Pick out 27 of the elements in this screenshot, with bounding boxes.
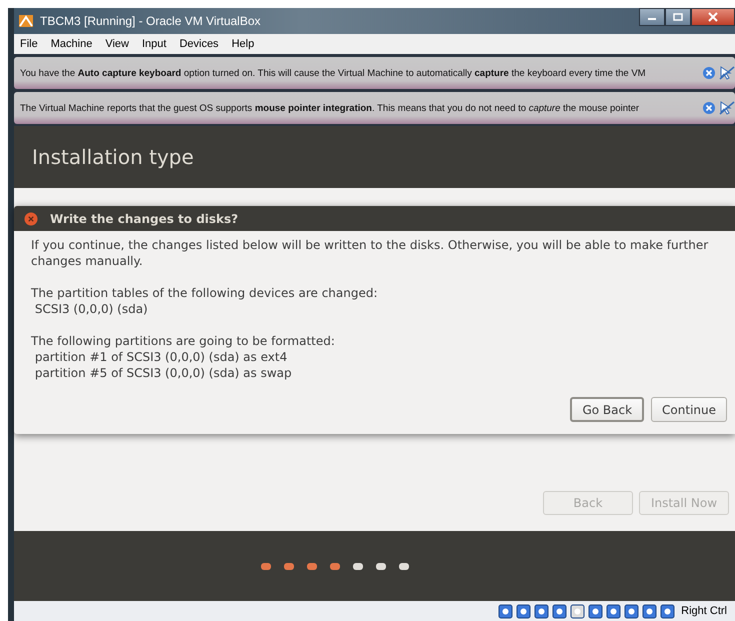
mouse-pointer-icon[interactable]: [719, 66, 735, 80]
close-icon[interactable]: [702, 101, 716, 115]
dialog-title: Write the changes to disks?: [50, 212, 238, 226]
menu-item[interactable]: Machine: [50, 38, 92, 50]
dialog-text: If you continue, the changes listed below will be written to the disks. Otherwise, you will be able to make further changes manually.: [31, 237, 710, 269]
notification-text: The Virtual Machine reports that the guest OS supports mouse pointer integration. This means that you do not need to capture the mouse pointer: [20, 102, 640, 114]
close-icon: [708, 12, 718, 22]
minimize-button[interactable]: [639, 8, 665, 26]
page-heading: Installation type: [32, 145, 194, 169]
menu-item[interactable]: View: [105, 38, 129, 50]
close-icon[interactable]: [702, 66, 716, 80]
menu-item[interactable]: Input: [142, 38, 166, 50]
dialog-text: The partition tables of the following devices are changed: SCSI3 (0,0,0) (sda): [31, 285, 379, 317]
window-title: TBCM3 [Running] - Oracle VM VirtualBox: [40, 14, 261, 28]
maximize-icon: [673, 13, 683, 21]
menu-item[interactable]: Help: [232, 38, 254, 50]
close-icon[interactable]: [24, 212, 38, 226]
menu-item[interactable]: Devices: [179, 38, 219, 50]
host-key-label: Right Ctrl: [681, 605, 727, 617]
dialog-text: The following partitions are going to be formatted: partition #1 of SCSI3 (0,0,0) (sda) as ext4 partition #5 of SCSI3 (0,0,0) (sda) as swap: [31, 333, 336, 381]
menu-item[interactable]: File: [20, 38, 38, 50]
dialog-button[interactable]: Continue: [651, 397, 727, 422]
mouse-pointer-icon[interactable]: [719, 101, 735, 115]
dialog-button[interactable]: Go Back: [570, 397, 644, 422]
notification-text: You have the Auto capture keyboard option turned on. This will cause the Virtual Machine to automatically capture the keyboard every time the VM: [20, 68, 646, 78]
close-button[interactable]: [691, 8, 735, 26]
maximize-button[interactable]: [665, 8, 691, 26]
